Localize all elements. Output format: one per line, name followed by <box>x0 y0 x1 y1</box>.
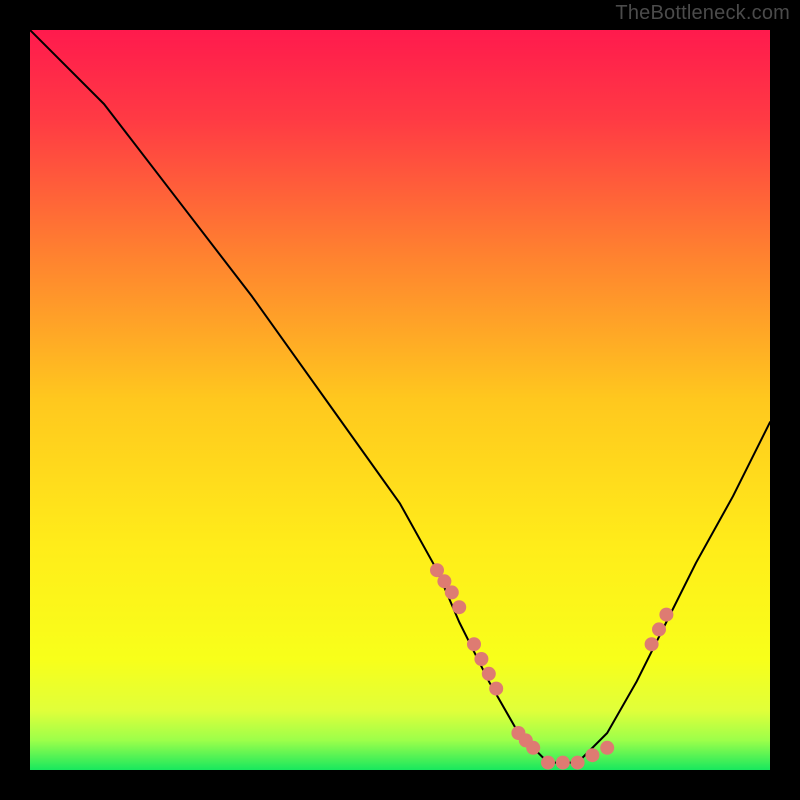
curve-marker <box>659 608 673 622</box>
curve-marker <box>489 682 503 696</box>
curve-marker <box>571 756 585 770</box>
curve-marker <box>652 622 666 636</box>
curve-marker <box>474 652 488 666</box>
watermark-text: TheBottleneck.com <box>615 2 790 25</box>
bottleneck-chart <box>30 30 770 770</box>
curve-marker <box>445 585 459 599</box>
curve-marker <box>467 637 481 651</box>
curve-marker <box>541 756 555 770</box>
gradient-background <box>30 30 770 770</box>
curve-marker <box>600 741 614 755</box>
curve-marker <box>585 748 599 762</box>
curve-marker <box>482 667 496 681</box>
chart-frame: TheBottleneck.com <box>0 0 800 800</box>
curve-marker <box>556 756 570 770</box>
plot-area <box>30 30 770 770</box>
curve-marker <box>645 637 659 651</box>
curve-marker <box>452 600 466 614</box>
curve-marker <box>526 741 540 755</box>
